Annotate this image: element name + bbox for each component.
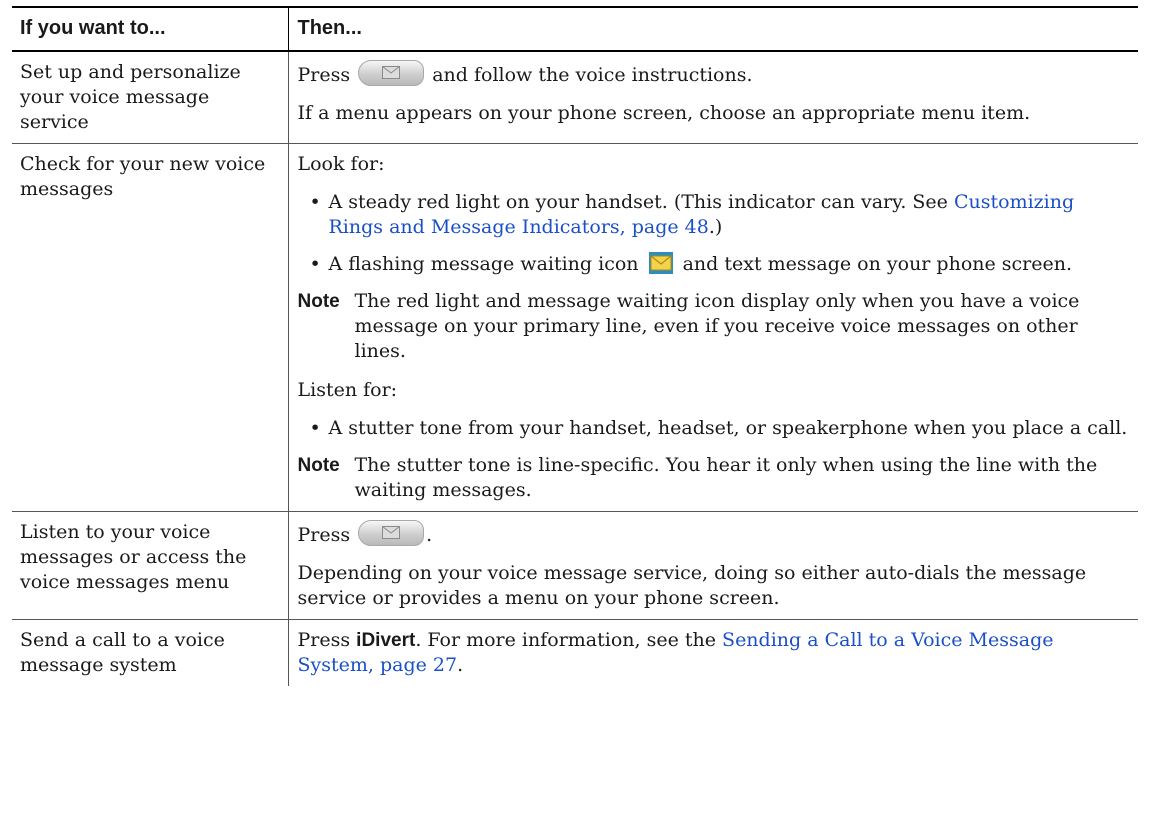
table-header-row: If you want to... Then... <box>12 7 1138 51</box>
message-waiting-envelope-icon <box>648 252 673 274</box>
listen-for-label: Listen for: <box>297 379 398 401</box>
text: and text message on your phone screen. <box>682 253 1073 275</box>
task-cell: Send a call to a voice message system <box>20 629 225 676</box>
idivert-softkey: iDivert <box>356 630 416 651</box>
instruction-paragraph: Press . <box>298 520 1130 548</box>
text: . For more information, see the <box>415 629 716 651</box>
table-row: Check for your new voice messages Look f… <box>12 143 1138 512</box>
table-row: Send a call to a voice message system Pr… <box>12 619 1138 686</box>
note-label: Note <box>297 455 340 476</box>
voice-messages-table: If you want to... Then... Set up and per… <box>12 6 1138 686</box>
note-text: The stutter tone is line-specific. You h… <box>354 454 1098 501</box>
text: and follow the voice instructions. <box>432 64 753 86</box>
note: Note The red light and message waiting i… <box>298 289 1130 364</box>
text: Press <box>297 524 351 546</box>
look-for-label: Look for: <box>297 153 385 175</box>
task-cell: Listen to your voice messages or access … <box>20 521 247 593</box>
instructions-cell: Press . Depending on your voice message … <box>287 511 1138 620</box>
task-cell: Check for your new voice messages <box>20 153 266 200</box>
instruction-paragraph: Press iDivert. For more information, see… <box>298 628 1130 678</box>
text: . <box>426 524 433 546</box>
text: .) <box>708 216 723 238</box>
instructions-cell: Press and follow the voice instructions.… <box>287 51 1138 144</box>
instructions-cell: Look for: A steady red light on your han… <box>287 143 1138 512</box>
messages-button-icon <box>358 60 425 86</box>
header-then: Then... <box>287 7 1138 51</box>
text: A steady red light on your handset. (Thi… <box>328 191 948 213</box>
look-for-list: A steady red light on your handset. (Thi… <box>298 190 1130 277</box>
instruction-paragraph: If a menu appears on your phone screen, … <box>297 102 1031 124</box>
instruction-paragraph: Depending on your voice message service,… <box>297 562 1087 609</box>
task-cell: Set up and personalize your voice messag… <box>20 61 241 133</box>
text: A flashing message waiting icon <box>328 253 639 275</box>
note-text: The red light and message waiting icon d… <box>354 290 1080 362</box>
instructions-cell: Press iDivert. For more information, see… <box>287 619 1138 686</box>
text: Press <box>297 629 351 651</box>
list-item: A flashing message waiting icon and text… <box>298 252 1130 277</box>
listen-for-list: A stutter tone from your handset, headse… <box>298 416 1130 441</box>
table-row: Listen to your voice messages or access … <box>12 511 1138 620</box>
list-item: A steady red light on your handset. (Thi… <box>298 190 1130 240</box>
instruction-paragraph: Press and follow the voice instructions. <box>298 60 1130 88</box>
messages-button-icon <box>358 520 425 546</box>
table-row: Set up and personalize your voice messag… <box>12 51 1138 144</box>
note: Note The stutter tone is line-specific. … <box>298 453 1130 503</box>
note-label: Note <box>297 291 340 312</box>
text: Press <box>297 64 351 86</box>
text: . <box>457 654 464 676</box>
list-item: A stutter tone from your handset, headse… <box>298 416 1130 441</box>
header-if-you-want-to: If you want to... <box>12 7 288 51</box>
